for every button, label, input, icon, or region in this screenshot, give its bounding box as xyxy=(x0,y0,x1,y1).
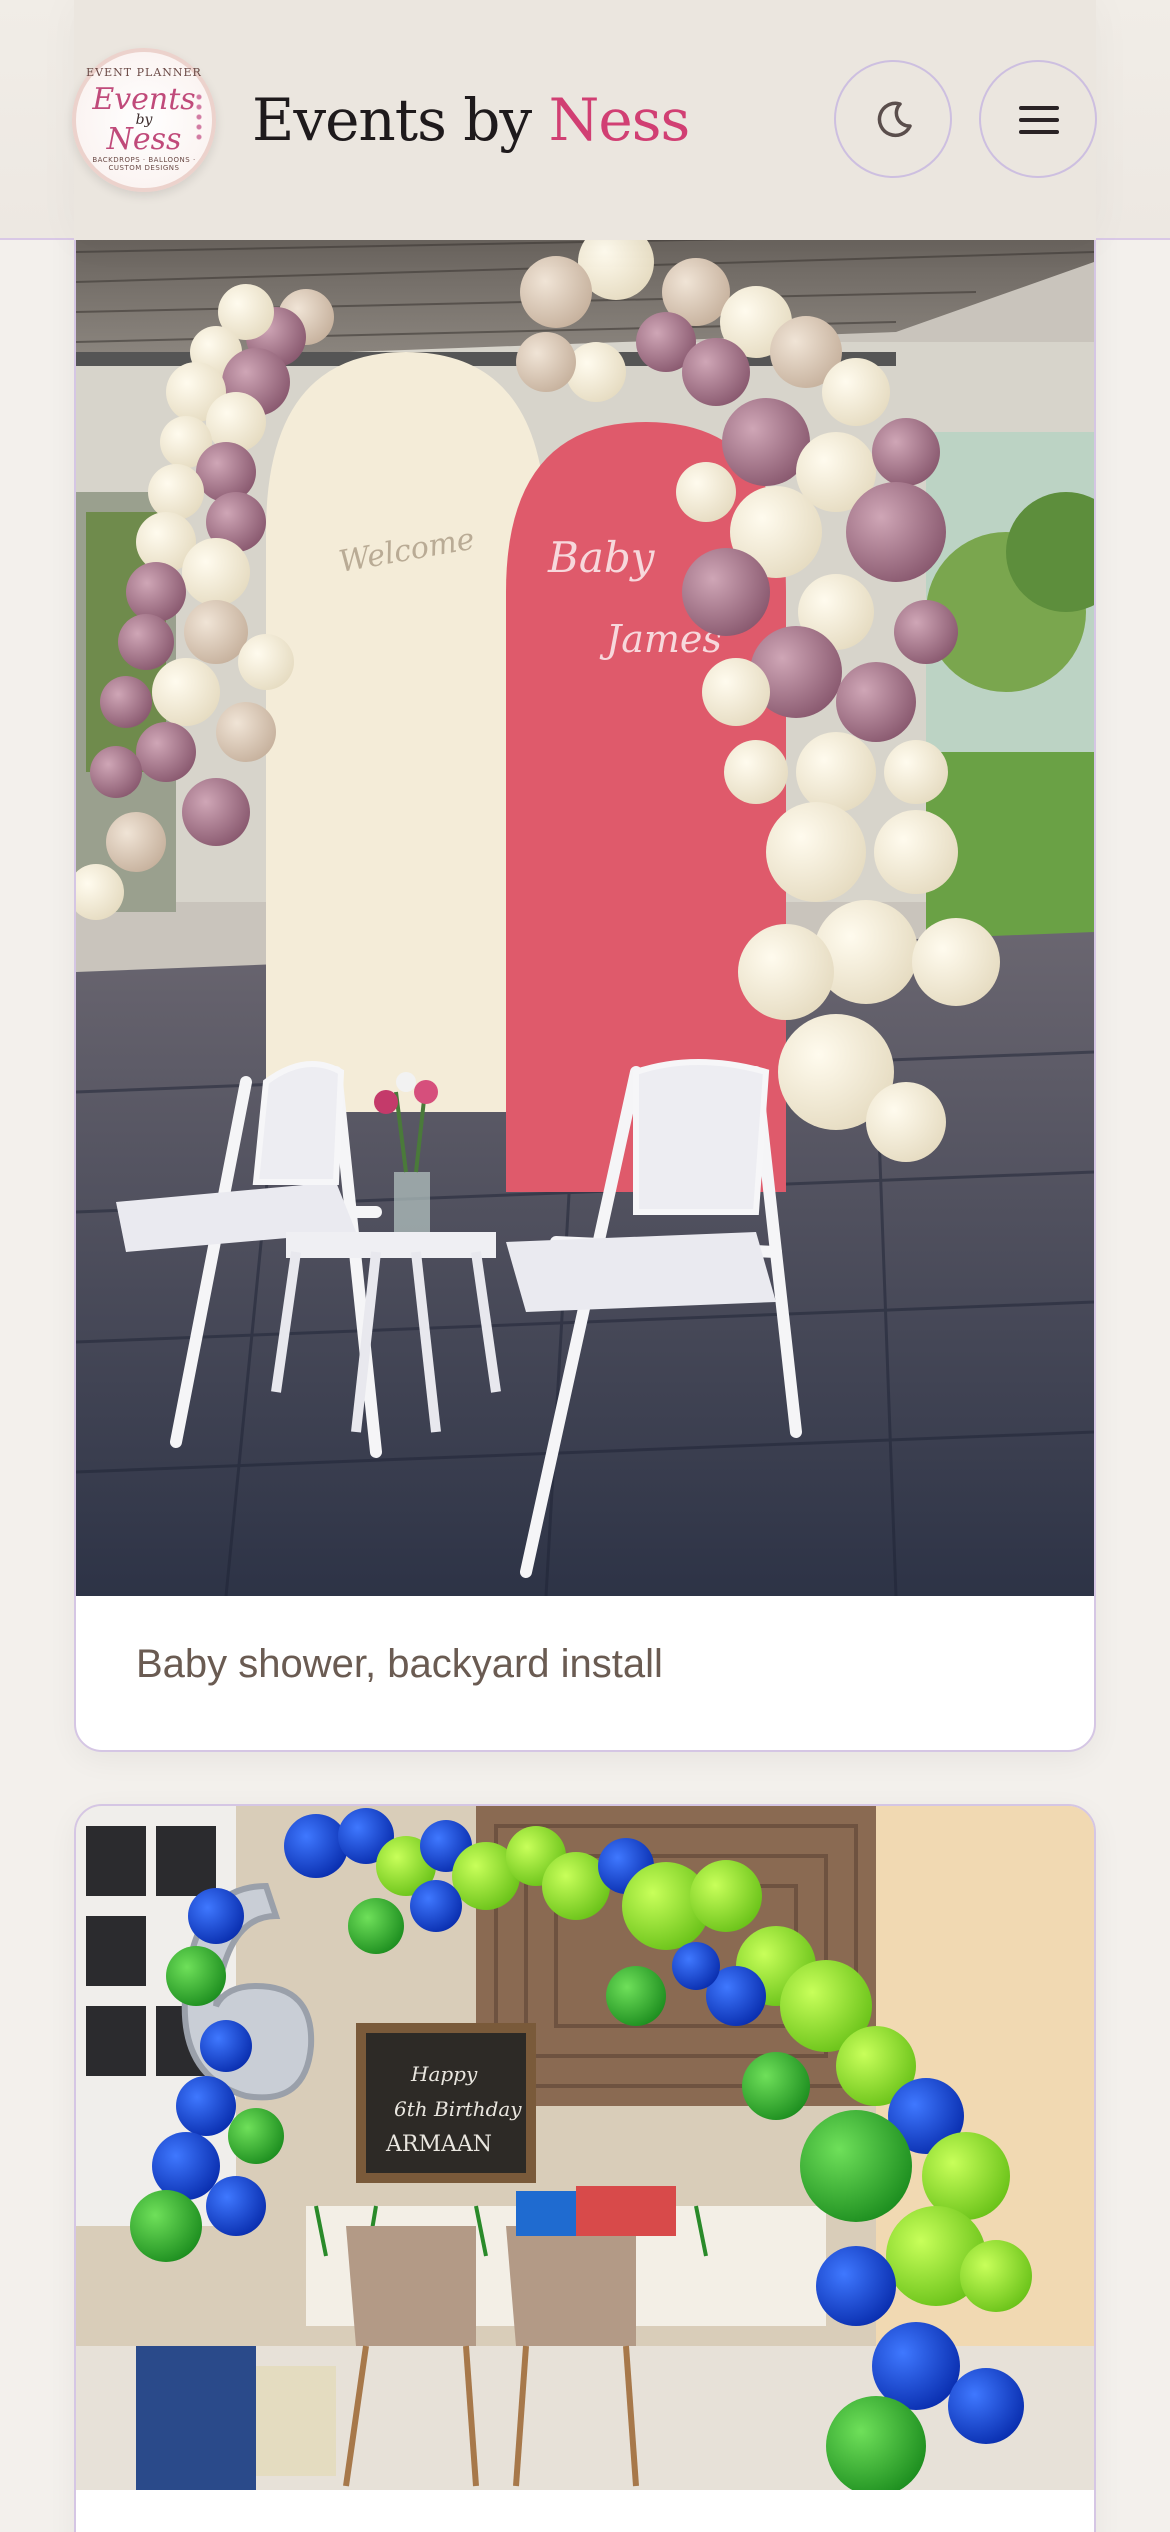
svg-text:ARMAAN: ARMAAN xyxy=(385,2132,492,2157)
logo-script: Events by Ness xyxy=(76,85,212,157)
svg-text:Happy: Happy xyxy=(410,2062,478,2086)
gallery-card[interactable]: Happy 6th Birthday ARMAAN xyxy=(74,1804,1096,2532)
gallery-photo: Welcome Baby James xyxy=(76,192,1094,1596)
logo[interactable]: EVENT PLANNER Events by Ness BACKDROPS ·… xyxy=(72,48,216,192)
gallery-card[interactable]: Welcome Baby James Baby shower, backyard… xyxy=(74,190,1096,1752)
logo-bottom-text: BACKDROPS · BALLOONS · CUSTOM DESIGNS xyxy=(92,156,196,172)
svg-text:Baby: Baby xyxy=(547,533,656,582)
brand-title[interactable]: Events by Ness xyxy=(252,86,691,154)
brand-accent: Ness xyxy=(548,86,691,154)
svg-text:6th Birthday: 6th Birthday xyxy=(394,2097,522,2121)
menu-button[interactable] xyxy=(979,60,1097,178)
site-header: EVENT PLANNER Events by Ness BACKDROPS ·… xyxy=(0,0,1170,240)
logo-top-text: EVENT PLANNER xyxy=(86,66,202,79)
logo-dots xyxy=(194,92,204,142)
logo-script-line2: Ness xyxy=(106,122,182,157)
theme-toggle-button[interactable] xyxy=(834,60,952,178)
moon-icon xyxy=(877,101,912,138)
hamburger-menu-icon xyxy=(1019,106,1059,134)
gallery-caption: Baby shower, backyard install xyxy=(136,1642,663,1686)
brand-prefix: Events by xyxy=(252,86,549,154)
gallery-photo: Happy 6th Birthday ARMAAN xyxy=(76,1806,1094,2490)
